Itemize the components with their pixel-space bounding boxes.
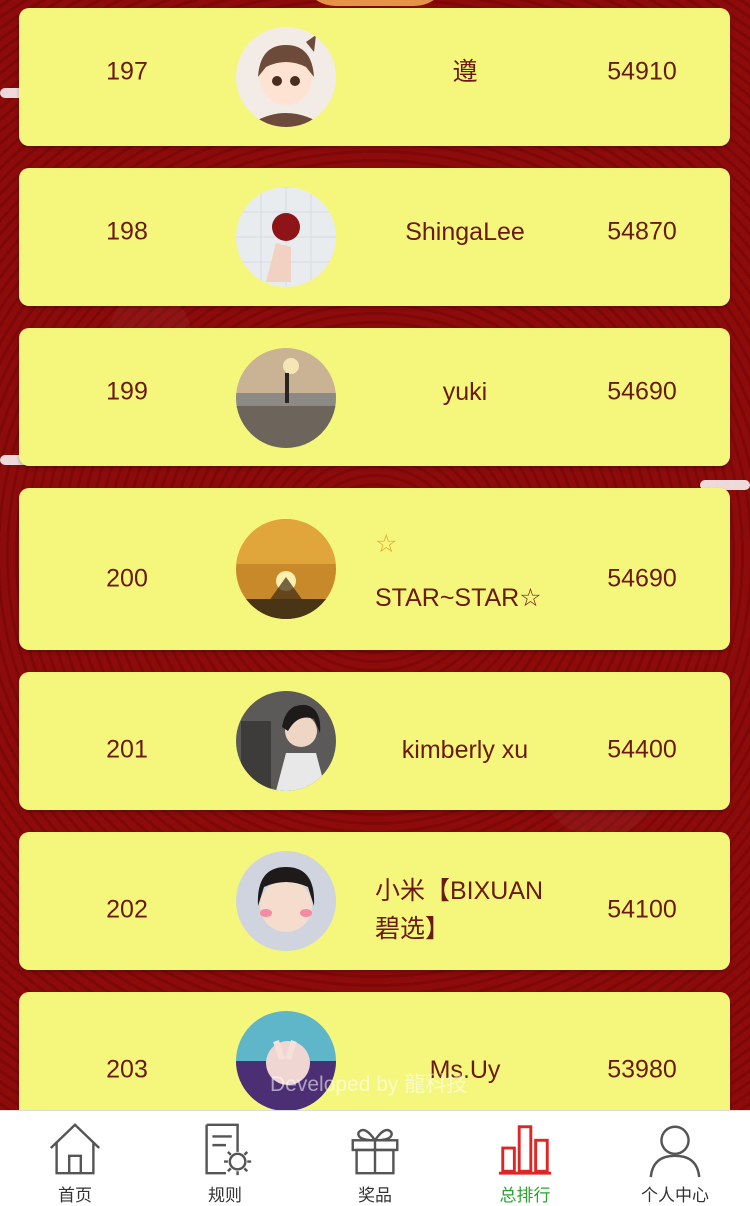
home-icon <box>49 1123 101 1175</box>
gift-icon <box>351 1128 399 1175</box>
leaderboard-row: 200 ☆ STAR~STAR☆ 54690 <box>19 488 730 650</box>
avatar <box>236 851 336 951</box>
tab-label: 首页 <box>58 1186 92 1205</box>
bar-chart-icon <box>498 1125 552 1175</box>
rank-number: 202 <box>106 895 148 924</box>
rank-number: 198 <box>106 217 148 246</box>
leaderboard-row: 198 ShingaLee 54870 <box>19 168 730 306</box>
bottom-tab-bar: 首页 规则 奖品 总排行 个人中心 <box>0 1110 750 1206</box>
player-name: yuki <box>442 378 488 406</box>
player-name: 遵 <box>452 58 478 86</box>
developer-watermark: Developed by 龍科技 <box>270 1073 468 1096</box>
player-name-line: ☆ <box>375 530 398 558</box>
tab-profile[interactable]: 个人中心 <box>600 1111 750 1206</box>
player-score: 54100 <box>607 895 677 924</box>
user-icon <box>649 1125 701 1178</box>
rules-document-icon <box>205 1123 252 1176</box>
tab-rules[interactable]: 规则 <box>150 1111 300 1206</box>
avatar <box>236 187 336 287</box>
player-name: ShingaLee <box>405 218 525 246</box>
leaderboard-row: 199 yuki 54690 <box>19 328 730 466</box>
tab-ranking[interactable]: 总排行 <box>450 1111 600 1206</box>
tab-label: 总排行 <box>499 1186 551 1205</box>
player-score: 54690 <box>607 377 677 406</box>
leaderboard-row: 197 遵 54910 <box>19 8 730 146</box>
rank-number: 199 <box>106 377 148 406</box>
player-name: kimberly xu <box>401 736 529 764</box>
player-score: 53980 <box>607 1055 677 1084</box>
player-score: 54870 <box>607 217 677 246</box>
tab-prizes[interactable]: 奖品 <box>300 1111 450 1206</box>
tab-label: 奖品 <box>358 1186 392 1205</box>
player-name-line: 小米【BIXUAN <box>375 877 544 905</box>
player-score: 54910 <box>607 57 677 86</box>
player-name-line: 碧选】 <box>375 915 451 943</box>
avatar <box>236 27 336 127</box>
rank-number: 197 <box>106 57 148 86</box>
rank-number: 201 <box>106 735 148 764</box>
tab-label: 规则 <box>208 1186 242 1205</box>
leaderboard-row: 202 小米【BIXUAN 碧选】 54100 <box>19 832 730 970</box>
avatar <box>236 348 336 448</box>
leaderboard-row: 201 kimberly xu 54400 <box>19 672 730 810</box>
player-name: 小米【BIXUAN 碧选】 <box>375 872 575 948</box>
player-name: ☆ STAR~STAR☆ <box>375 526 575 616</box>
tab-home[interactable]: 首页 <box>0 1111 150 1206</box>
avatar <box>236 691 336 791</box>
rank-number: 203 <box>106 1055 148 1084</box>
player-score: 54690 <box>607 564 677 593</box>
player-name-line: STAR~STAR☆ <box>375 584 542 612</box>
player-score: 54400 <box>607 735 677 764</box>
avatar <box>236 519 336 619</box>
rank-number: 200 <box>106 564 148 593</box>
tab-label: 个人中心 <box>641 1186 709 1205</box>
